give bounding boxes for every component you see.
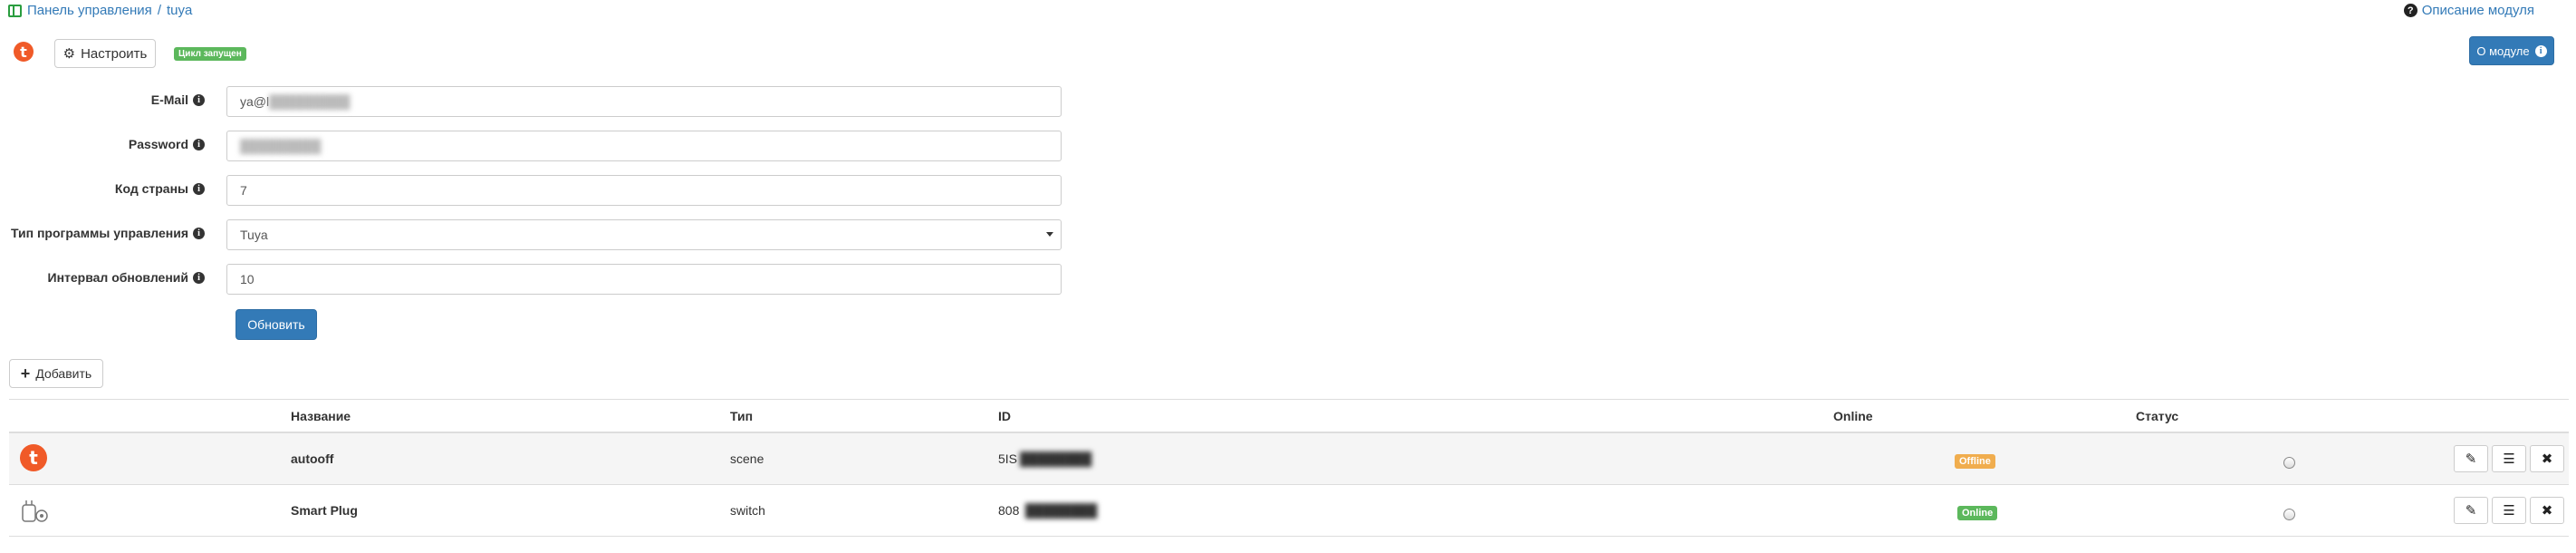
device-type: scene	[730, 451, 764, 466]
device-type: switch	[730, 503, 765, 518]
edit-button[interactable]: ✎	[2454, 497, 2488, 524]
email-label: E-Mail i	[151, 92, 205, 107]
delete-button[interactable]: ✖	[2530, 497, 2564, 524]
email-field[interactable]: ya@l █████████	[226, 86, 1062, 117]
password-label-text: Password	[128, 137, 188, 151]
configure-label: Настроить	[81, 45, 148, 62]
pencil-icon: ✎	[2465, 451, 2477, 467]
breadcrumb-current: tuya	[166, 3, 193, 18]
pencil-icon: ✎	[2465, 503, 2477, 519]
app-type-label: Тип программы управления i	[11, 226, 205, 240]
device-name[interactable]: autooff	[291, 451, 333, 466]
top-bar: Панель управления / tuya ? Описание моду…	[0, 0, 2576, 24]
interval-label-text: Интервал обновлений	[47, 270, 189, 285]
blurred-device-id: ████████	[1020, 451, 1092, 466]
device-id: 808	[998, 503, 1020, 518]
module-description-label: Описание модуля	[2421, 3, 2534, 18]
table-row[interactable]: t autooff scene 5IS ████████ Offline ✎ ☰…	[9, 433, 2569, 485]
blurred-email-rest: █████████	[269, 94, 351, 109]
smart-plug-icon	[22, 500, 48, 522]
email-row: E-Mail i ya@l █████████	[0, 86, 1069, 117]
country-code-label-text: Код страны	[114, 181, 188, 196]
interval-field[interactable]: 10	[226, 264, 1062, 295]
info-icon[interactable]: i	[193, 93, 205, 106]
cycle-status-badge: Цикл запущен	[174, 47, 246, 61]
caret-down-icon	[1046, 232, 1053, 237]
blurred-password: █████████	[240, 139, 322, 153]
about-module-button[interactable]: О модуле i	[2469, 36, 2554, 65]
close-icon: ✖	[2541, 451, 2553, 467]
add-device-label: Добавить	[35, 366, 92, 381]
info-icon[interactable]: i	[193, 182, 205, 195]
country-code-label: Код страны i	[115, 181, 205, 196]
add-device-button[interactable]: + Добавить	[9, 359, 103, 388]
password-field[interactable]: █████████	[226, 131, 1062, 161]
tuya-logo-icon: t	[20, 444, 47, 471]
interval-label: Интервал обновлений i	[47, 270, 205, 285]
gear-icon: ⚙	[62, 46, 76, 62]
close-icon: ✖	[2541, 503, 2553, 519]
app-type-row: Тип программы управления i Tuya	[0, 219, 1069, 250]
device-name[interactable]: Smart Plug	[291, 503, 358, 518]
online-status-badge: Offline	[1955, 454, 1995, 469]
info-icon[interactable]: i	[193, 138, 205, 150]
country-code-value: 7	[240, 183, 247, 198]
column-header-online: Online	[1833, 409, 1873, 423]
blurred-device-id: ████████	[1025, 503, 1098, 518]
delete-button[interactable]: ✖	[2530, 445, 2564, 472]
interval-value: 10	[240, 272, 255, 286]
column-header-name: Название	[291, 409, 351, 423]
column-header-id: ID	[998, 409, 1011, 423]
app-type-value: Tuya	[240, 228, 268, 242]
properties-button[interactable]: ☰	[2492, 445, 2526, 472]
online-status-badge: Online	[1957, 506, 1998, 520]
info-icon: i	[2534, 44, 2547, 57]
column-header-status: Статус	[2136, 409, 2179, 423]
app-type-label-text: Тип программы управления	[11, 226, 188, 240]
interval-row: Интервал обновлений i 10	[0, 264, 1069, 295]
module-description-link[interactable]: ? Описание модуля	[2403, 3, 2534, 18]
column-header-type: Тип	[730, 409, 754, 423]
update-button[interactable]: Обновить	[235, 309, 317, 340]
status-radio[interactable]	[2283, 509, 2295, 520]
info-icon[interactable]: i	[193, 227, 205, 239]
list-icon: ☰	[2503, 503, 2515, 519]
email-value: ya@l	[240, 94, 270, 109]
status-radio[interactable]	[2283, 457, 2295, 469]
configure-button[interactable]: ⚙ Настроить	[54, 39, 156, 68]
device-id: 5IS	[998, 451, 1018, 466]
control-panel-icon	[8, 4, 22, 17]
breadcrumb-separator: /	[157, 3, 161, 18]
info-icon[interactable]: i	[193, 271, 205, 284]
country-code-field[interactable]: 7	[226, 175, 1062, 206]
about-module-label: О модуле	[2476, 44, 2530, 58]
password-label: Password i	[129, 137, 205, 151]
list-icon: ☰	[2503, 451, 2515, 467]
tuya-logo-icon: t	[14, 42, 34, 62]
password-row: Password i █████████	[0, 131, 1069, 161]
breadcrumb-root-link[interactable]: Панель управления	[27, 3, 152, 18]
table-header: Название Тип ID Online Статус	[9, 399, 2569, 433]
app-type-select[interactable]: Tuya	[226, 219, 1062, 250]
question-circle-icon: ?	[2403, 4, 2417, 17]
plus-icon: +	[20, 364, 31, 383]
edit-button[interactable]: ✎	[2454, 445, 2488, 472]
country-code-row: Код страны i 7	[0, 175, 1069, 206]
table-row[interactable]: Smart Plug switch 808 ████████ Online ✎ …	[9, 485, 2569, 537]
properties-button[interactable]: ☰	[2492, 497, 2526, 524]
email-label-text: E-Mail	[150, 92, 188, 107]
breadcrumb: Панель управления / tuya	[8, 3, 192, 18]
